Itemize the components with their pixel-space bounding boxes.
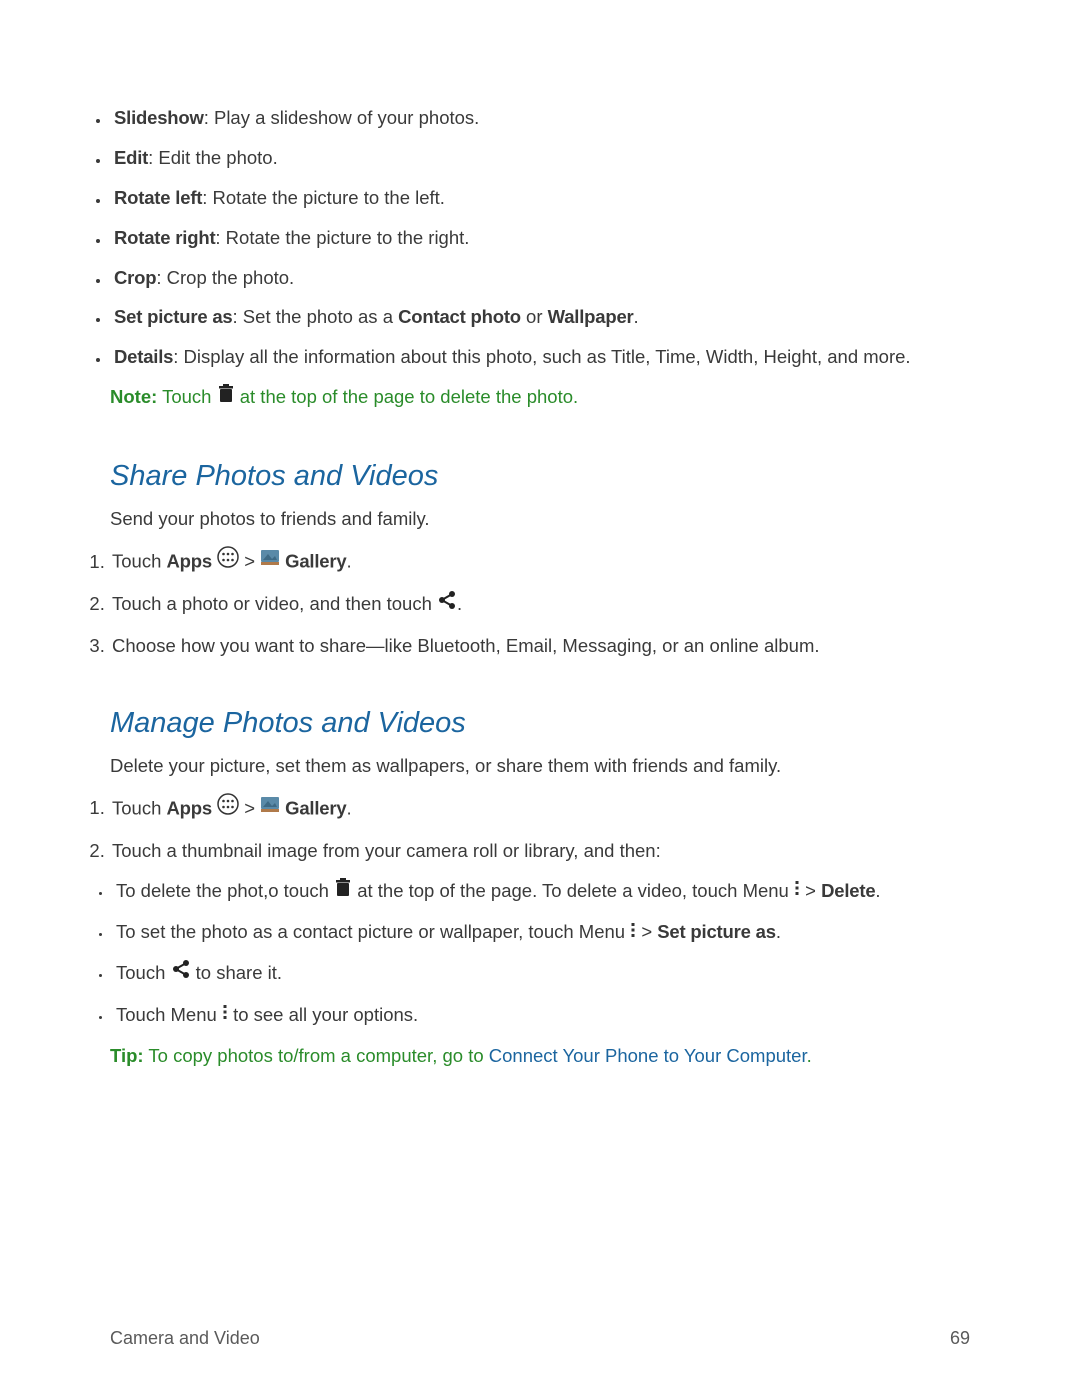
list-item: Slideshow: Play a slideshow of your phot… (110, 105, 970, 131)
tip-label: Tip: (110, 1045, 144, 1066)
item-label: Rotate right (114, 227, 215, 248)
note-label: Note: (110, 386, 157, 407)
item-label: Crop (114, 267, 156, 288)
emph-text: Gallery (280, 797, 346, 818)
share-steps: Touch Apps > Gallery. Touch a photo or v… (110, 548, 970, 658)
note-block: Note: Touch at the top of the page to de… (110, 384, 970, 412)
gallery-icon (260, 547, 280, 574)
section-intro: Send your photos to friends and family. (110, 506, 970, 532)
tip-end: . (807, 1045, 812, 1066)
trash-icon (334, 877, 352, 904)
section-heading-share: Share Photos and Videos (110, 456, 970, 497)
section-heading-manage: Manage Photos and Videos (110, 703, 970, 744)
emph-text: Set picture as (657, 921, 776, 942)
step-text: to share it. (191, 962, 283, 983)
step-text: Touch a photo or video, and then touch (112, 593, 437, 614)
menu-icon (794, 877, 800, 903)
step-text: To set the photo as a contact picture or… (116, 921, 630, 942)
emph-text: Apps (167, 797, 212, 818)
note-pre: Touch (157, 386, 216, 407)
item-text: : Rotate the picture to the left. (202, 187, 445, 208)
step-text: . (457, 593, 462, 614)
share-icon (437, 590, 457, 617)
item-text: : Set the photo as a (233, 306, 399, 327)
list-item: Touch a thumbnail image from your camera… (110, 838, 970, 1029)
options-list: Slideshow: Play a slideshow of your phot… (110, 105, 970, 370)
step-text: to see all your options. (228, 1004, 418, 1025)
step-text: Choose how you want to share—like Blueto… (112, 635, 820, 656)
item-text: : Crop the photo. (156, 267, 294, 288)
list-item: Details: Display all the information abo… (110, 344, 970, 370)
list-item: Touch to share it. (112, 960, 970, 988)
document-page: Slideshow: Play a slideshow of your phot… (0, 0, 1080, 1397)
emph-text: Apps (167, 551, 212, 572)
gallery-icon (260, 794, 280, 821)
item-text: . (634, 306, 639, 327)
list-item: Edit: Edit the photo. (110, 145, 970, 171)
list-item: Touch Apps > Gallery. (110, 548, 970, 577)
step-text: at the top of the page. To delete a vide… (352, 880, 794, 901)
item-label: Edit (114, 147, 148, 168)
list-item: Touch Apps > Gallery. (110, 795, 970, 824)
emph-text: Gallery (280, 551, 346, 572)
share-icon (171, 959, 191, 986)
manage-sublist: To delete the phot,o touch at the top of… (112, 878, 970, 1029)
menu-icon (630, 919, 636, 945)
step-text: . (875, 880, 880, 901)
step-text: Touch (116, 962, 171, 983)
step-text: . (346, 797, 351, 818)
item-label: Details (114, 346, 173, 367)
manage-steps: Touch Apps > Gallery. Touch a thumbnail … (110, 795, 970, 1029)
menu-icon (222, 1001, 228, 1027)
list-item: Choose how you want to share—like Blueto… (110, 633, 970, 659)
emph-text: Contact photo (398, 306, 521, 327)
trash-icon (217, 383, 235, 410)
step-text: Touch Menu (116, 1004, 222, 1025)
list-item: Rotate left: Rotate the picture to the l… (110, 185, 970, 211)
step-text: . (346, 551, 351, 572)
tip-link[interactable]: Connect Your Phone to Your Computer (489, 1045, 807, 1066)
step-text: > (239, 551, 260, 572)
emph-text: Delete (821, 880, 875, 901)
list-item: Touch a photo or video, and then touch . (110, 591, 970, 619)
item-label: Rotate left (114, 187, 202, 208)
step-text: Touch a thumbnail image from your camera… (112, 840, 661, 861)
step-text: > (239, 797, 260, 818)
item-text: : Play a slideshow of your photos. (204, 107, 480, 128)
footer-page-number: 69 (950, 1326, 970, 1351)
step-text: Touch (112, 551, 167, 572)
page-footer: Camera and Video 69 (110, 1326, 970, 1351)
emph-text: Wallpaper (548, 306, 634, 327)
section-intro: Delete your picture, set them as wallpap… (110, 753, 970, 779)
step-text: > (636, 921, 657, 942)
step-text: . (776, 921, 781, 942)
tip-block: Tip: To copy photos to/from a computer, … (110, 1043, 970, 1069)
list-item: To delete the phot,o touch at the top of… (112, 878, 970, 906)
list-item: Rotate right: Rotate the picture to the … (110, 225, 970, 251)
list-item: Crop: Crop the photo. (110, 265, 970, 291)
item-label: Set picture as (114, 306, 233, 327)
apps-icon (217, 546, 239, 575)
list-item: Set picture as: Set the photo as a Conta… (110, 304, 970, 330)
item-text: or (521, 306, 548, 327)
note-post: at the top of the page to delete the pho… (235, 386, 579, 407)
item-text: : Display all the information about this… (173, 346, 910, 367)
item-text: : Edit the photo. (148, 147, 278, 168)
step-text: Touch (112, 797, 167, 818)
tip-pre: To copy photos to/from a computer, go to (144, 1045, 489, 1066)
footer-section: Camera and Video (110, 1326, 260, 1351)
item-text: : Rotate the picture to the right. (215, 227, 469, 248)
apps-icon (217, 793, 239, 822)
step-text: To delete the phot,o touch (116, 880, 334, 901)
step-text: > (800, 880, 821, 901)
item-label: Slideshow (114, 107, 204, 128)
list-item: To set the photo as a contact picture or… (112, 919, 970, 946)
list-item: Touch Menu to see all your options. (112, 1002, 970, 1029)
